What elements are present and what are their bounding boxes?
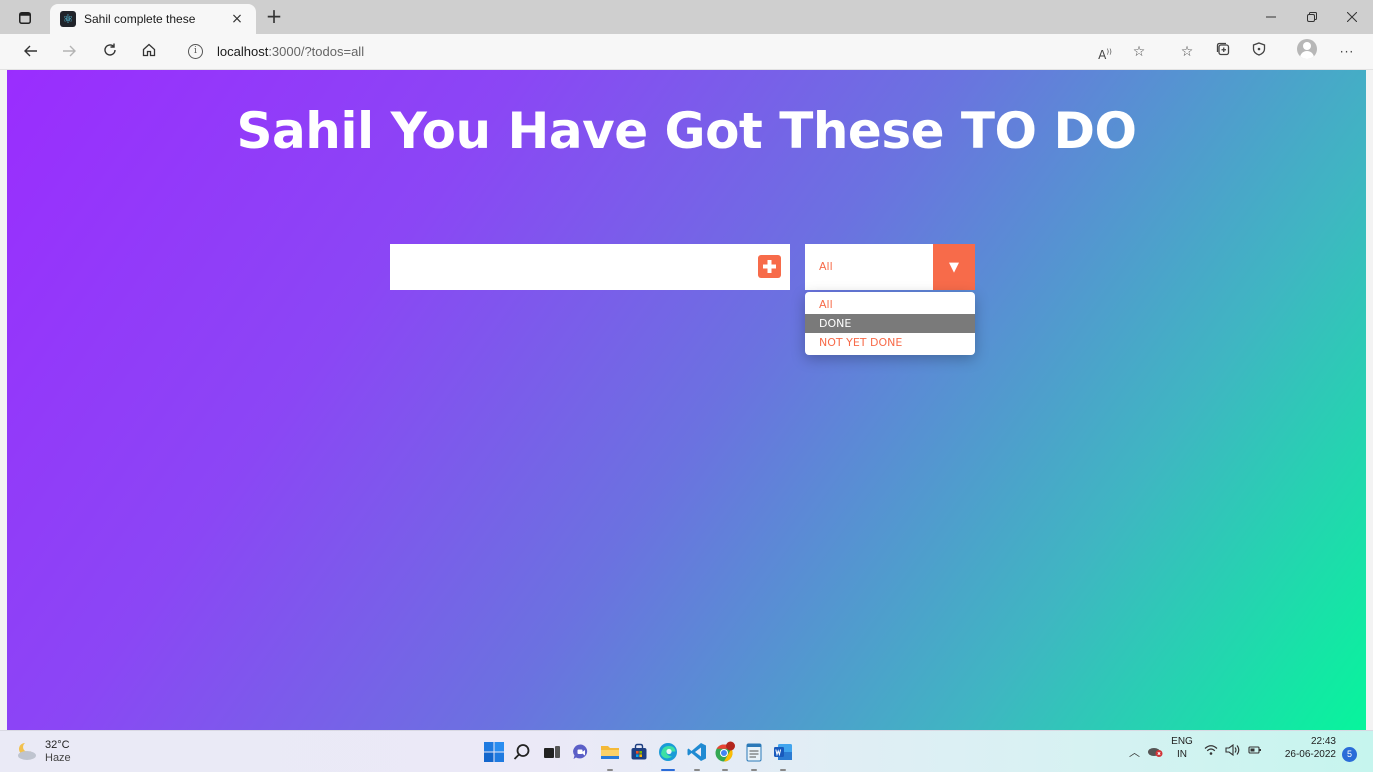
home-button[interactable]	[136, 40, 162, 64]
store-icon	[631, 743, 647, 760]
filter-option-done[interactable]: DONE	[805, 314, 975, 333]
running-indicator	[694, 769, 700, 771]
shield-icon	[1252, 42, 1266, 56]
tab-actions-icon	[19, 12, 31, 24]
word-button[interactable]	[771, 740, 795, 764]
folder-icon	[601, 746, 619, 759]
weather-temperature: 32°C	[45, 739, 70, 751]
settings-menu-button[interactable]: ···	[1334, 40, 1360, 64]
search-icon	[513, 744, 530, 760]
url-host: localhost	[217, 44, 269, 59]
minimize-button[interactable]	[1251, 6, 1291, 30]
forward-button[interactable]	[56, 40, 82, 64]
filter-option-all[interactable]: All	[805, 295, 975, 314]
browser-essentials-button[interactable]	[1246, 40, 1272, 64]
collections-button[interactable]	[1210, 40, 1236, 64]
cloud-error-icon	[1148, 748, 1163, 757]
taskbar-search-button[interactable]	[510, 740, 534, 764]
browser-toolbar: i localhost:3000/?todos=all A)) ☆ ☆ ···	[0, 34, 1373, 70]
chat-button[interactable]	[569, 740, 593, 764]
collections-icon	[1216, 42, 1230, 56]
react-favicon-icon: ⚛	[60, 11, 76, 27]
read-aloud-button[interactable]: A))	[1092, 40, 1118, 64]
minimize-icon	[1266, 16, 1276, 18]
onedrive-tray-button[interactable]	[1147, 744, 1163, 761]
site-info-icon[interactable]: i	[188, 44, 203, 59]
chrome-button[interactable]	[713, 740, 737, 764]
weather-description: Haze	[45, 752, 71, 764]
back-arrow-icon	[24, 45, 37, 57]
edge-button[interactable]	[656, 740, 680, 764]
tab-close-button[interactable]: ×	[228, 11, 246, 27]
favorites-icon: ☆	[1180, 44, 1194, 60]
browser-tab-bar: ⚛ Sahil complete these × +	[0, 0, 1373, 34]
notepad-button[interactable]	[742, 740, 766, 764]
filter-select[interactable]: All ▼	[805, 244, 975, 290]
start-button[interactable]	[482, 740, 506, 764]
profile-avatar[interactable]	[1297, 39, 1317, 59]
battery-icon	[1248, 746, 1261, 754]
close-icon	[1346, 11, 1358, 23]
speaker-icon	[1225, 743, 1240, 757]
word-icon	[774, 744, 792, 760]
network-volume-battery-button[interactable]	[1204, 743, 1262, 759]
more-dots-icon: ···	[1339, 45, 1355, 59]
windows-start-icon	[484, 742, 504, 762]
notepad-icon	[746, 743, 762, 762]
todo-input[interactable]	[390, 244, 790, 290]
add-todo-button[interactable]	[758, 255, 781, 278]
filter-option-not-yet-done[interactable]: NOT YET DONE	[805, 333, 975, 352]
running-indicator	[607, 769, 613, 771]
tab-title: Sahil complete these	[84, 12, 196, 26]
running-indicator	[722, 769, 728, 771]
restore-button[interactable]	[1292, 6, 1332, 30]
read-aloud-icon: A))	[1098, 48, 1112, 62]
tab-actions-button[interactable]	[14, 7, 36, 29]
task-view-button[interactable]	[540, 740, 564, 764]
task-view-icon	[544, 746, 560, 758]
language-code[interactable]: ENG	[1170, 736, 1194, 747]
home-icon	[142, 43, 156, 57]
url-path: :3000/?todos=all	[268, 44, 365, 59]
wifi-icon	[1204, 745, 1218, 755]
running-indicator	[780, 769, 786, 771]
app-page: Sahil You Have Got These TO DO All ▼ All…	[7, 70, 1366, 730]
star-add-icon: ☆	[1132, 44, 1146, 60]
add-favorite-button[interactable]: ☆	[1126, 40, 1152, 64]
running-indicator	[751, 769, 757, 771]
new-tab-button[interactable]: +	[262, 5, 286, 29]
microsoft-store-button[interactable]	[627, 740, 651, 764]
favorites-button[interactable]: ☆	[1174, 40, 1200, 64]
address-bar[interactable]: localhost:3000/?todos=all	[217, 44, 364, 59]
close-window-button[interactable]	[1332, 6, 1372, 30]
show-hidden-icons-button[interactable]: ︿	[1129, 744, 1140, 760]
clock-time[interactable]: 22:43	[1276, 736, 1336, 747]
back-button[interactable]	[18, 40, 44, 64]
vscode-icon	[687, 743, 706, 761]
file-explorer-button[interactable]	[598, 740, 622, 764]
forward-arrow-icon	[63, 45, 76, 57]
language-region[interactable]: IN	[1170, 749, 1194, 760]
taskbar: 32°C Haze ︿ ENG IN 22:43 26-06-2022	[0, 730, 1373, 772]
dropdown-arrow-icon[interactable]: ▼	[933, 244, 975, 290]
notification-count-badge[interactable]: 5	[1342, 747, 1357, 762]
edge-icon	[659, 743, 677, 761]
weather-moon-cloud-icon[interactable]	[16, 741, 38, 761]
filter-dropdown-list: All DONE NOT YET DONE	[805, 292, 975, 355]
active-app-indicator	[661, 769, 675, 771]
chevron-up-icon: ︿	[1129, 746, 1140, 759]
filter-selected-value: All	[819, 260, 833, 273]
vscode-button[interactable]	[685, 740, 709, 764]
browser-tab[interactable]: ⚛ Sahil complete these ×	[50, 4, 256, 34]
refresh-icon	[104, 43, 116, 56]
chat-icon	[573, 744, 588, 759]
clock-date[interactable]: 26-06-2022	[1276, 749, 1336, 760]
refresh-button[interactable]	[97, 40, 123, 64]
page-title: Sahil You Have Got These TO DO	[236, 102, 1137, 160]
chrome-icon	[715, 741, 735, 762]
restore-icon	[1307, 12, 1317, 22]
plus-icon	[763, 260, 776, 273]
